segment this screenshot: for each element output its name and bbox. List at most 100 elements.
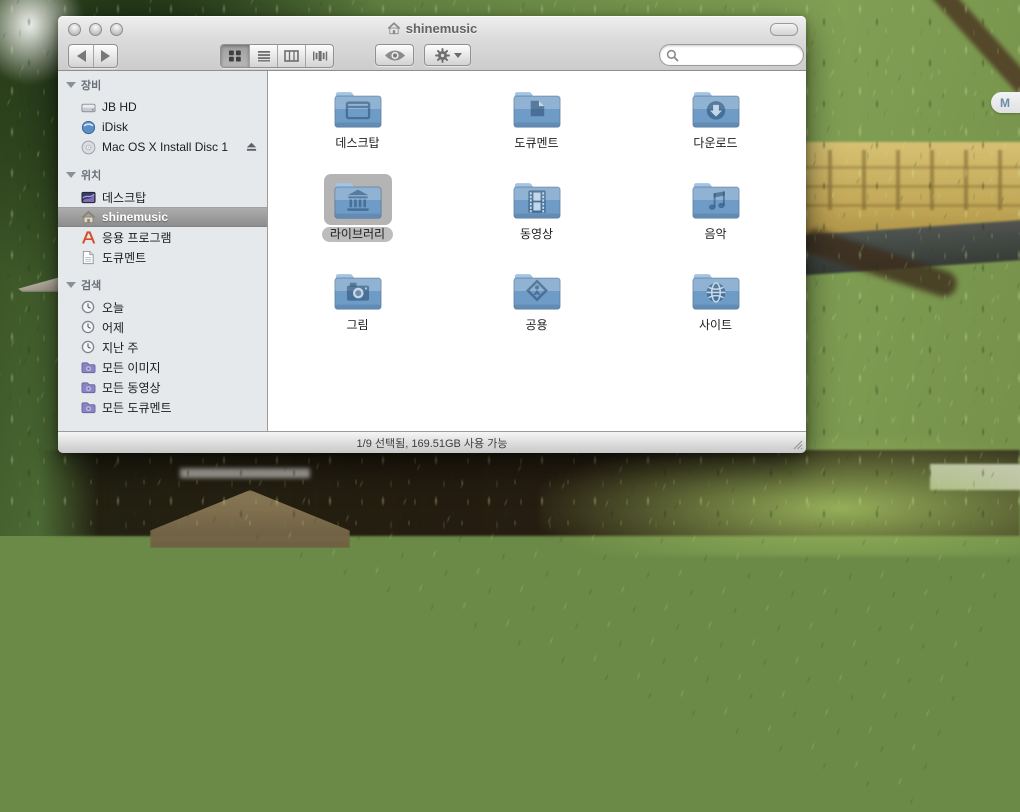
- section-header-label: 위치: [81, 167, 101, 183]
- folder-library[interactable]: 라이브러리: [268, 174, 447, 265]
- sidebar-section-header-search[interactable]: 검색: [58, 276, 267, 294]
- sidebar-item-all-movies[interactable]: 모든 동영상: [58, 377, 267, 397]
- sidebar-item-desktop[interactable]: 데스크탑: [58, 187, 267, 207]
- folder-grid: 데스크탑 도큐멘트 다운로드 라이브러리 동영상 음악 그림 공용 사이트: [268, 83, 806, 356]
- sidebar-item-last-week[interactable]: 지난 주: [58, 337, 267, 357]
- folder-label: 도큐멘트: [506, 136, 566, 151]
- clock-icon: [80, 339, 96, 355]
- background-white-wall-2: [180, 468, 310, 478]
- search-icon: [666, 49, 679, 62]
- background-temple-windows: [798, 150, 1020, 210]
- folder-sites[interactable]: 사이트: [626, 265, 805, 356]
- sidebar-item-install-disc[interactable]: Mac OS X Install Disc 1: [58, 137, 267, 157]
- folder-desktop[interactable]: 데스크탑: [268, 83, 447, 174]
- folder-icon-desktop[interactable]: [324, 83, 392, 134]
- sidebar-item-label: 응용 프로그램: [102, 229, 172, 246]
- sidebar-item-label: iDisk: [102, 120, 128, 134]
- folder-downloads[interactable]: 다운로드: [626, 83, 805, 174]
- forward-button[interactable]: [93, 45, 117, 67]
- sidebar-item-label: Mac OS X Install Disc 1: [102, 140, 228, 154]
- action-button[interactable]: [424, 44, 471, 66]
- sidebar-item-label: JB HD: [102, 100, 137, 114]
- smart-folder-icon: [80, 359, 96, 375]
- folder-icon-pictures[interactable]: [324, 265, 392, 316]
- folder-music[interactable]: 음악: [626, 174, 805, 265]
- icon-view-button[interactable]: [221, 45, 249, 67]
- desktop-partial-label[interactable]: M: [991, 92, 1020, 113]
- toolbar-toggle-button[interactable]: [770, 23, 798, 36]
- clock-icon: [80, 319, 96, 335]
- dropdown-arrow-icon: [454, 53, 462, 58]
- folder-icon-sites[interactable]: [682, 265, 750, 316]
- sidebar-item-label: 어제: [102, 319, 124, 336]
- folder-icon-library[interactable]: [324, 174, 392, 225]
- search-input[interactable]: [682, 47, 791, 63]
- sidebar-item-label: 도큐멘트: [102, 249, 146, 266]
- sidebar-section-header-devices[interactable]: 장비: [58, 76, 267, 94]
- sidebar-item-yesterday[interactable]: 어제: [58, 317, 267, 337]
- sidebar-item-shinemusic[interactable]: shinemusic: [58, 207, 267, 227]
- disclosure-triangle-icon[interactable]: [66, 282, 76, 288]
- folder-icon-movies[interactable]: [503, 174, 571, 225]
- folder-label: 다운로드: [685, 136, 745, 151]
- sidebar-item-all-images[interactable]: 모든 이미지: [58, 357, 267, 377]
- folder-icon-music[interactable]: [682, 174, 750, 225]
- background-thatched-roof: [150, 490, 350, 548]
- column-view-button[interactable]: [277, 45, 305, 67]
- background-bright-pine: [540, 436, 1020, 556]
- smart-folder-icon: [80, 379, 96, 395]
- folder-icon-public[interactable]: [503, 265, 571, 316]
- sidebar: 장비 JB HD iDisk Mac OS X Install Disc 1위치데스크…: [58, 71, 268, 431]
- folder-pictures[interactable]: 그림: [268, 265, 447, 356]
- coverflow-view-button[interactable]: [305, 45, 333, 67]
- sidebar-item-label: 모든 이미지: [102, 359, 161, 376]
- folder-documents[interactable]: 도큐멘트: [447, 83, 626, 174]
- eject-icon[interactable]: [245, 140, 259, 154]
- sidebar-item-all-documents[interactable]: 모든 도큐멘트: [58, 397, 267, 417]
- status-text: 1/9 선택됨, 169.51GB 사용 가능: [357, 435, 508, 451]
- folder-label: 공용: [517, 318, 555, 333]
- sidebar-item-applications[interactable]: 응용 프로그램: [58, 227, 267, 247]
- navigation-buttons: [68, 44, 118, 68]
- back-button[interactable]: [69, 45, 93, 67]
- list-view-icon: [257, 50, 271, 62]
- folder-label: 동영상: [512, 227, 561, 242]
- idisk-icon: [80, 119, 96, 135]
- folder-icon-download[interactable]: [682, 83, 750, 134]
- resize-grip[interactable]: [791, 438, 803, 450]
- finder-window: shinemusic: [58, 16, 806, 453]
- folder-label: 데스크탑: [327, 136, 387, 151]
- quicklook-button[interactable]: [375, 44, 414, 66]
- folder-label: 사이트: [691, 318, 740, 333]
- sidebar-item-label: 모든 동영상: [102, 379, 161, 396]
- sidebar-item-today[interactable]: 오늘: [58, 297, 267, 317]
- folder-label: 라이브러리: [322, 227, 393, 242]
- sidebar-item-jb-hd[interactable]: JB HD: [58, 97, 267, 117]
- eye-icon: [384, 49, 406, 62]
- background-temple-roof: [790, 220, 1020, 277]
- section-header-label: 검색: [81, 277, 101, 293]
- sidebar-item-idisk[interactable]: iDisk: [58, 117, 267, 137]
- disclosure-triangle-icon[interactable]: [66, 172, 76, 178]
- sidebar-section-header-places[interactable]: 위치: [58, 166, 267, 184]
- sidebar-item-label: 데스크탑: [102, 189, 146, 206]
- smart-folder-icon: [80, 399, 96, 415]
- search-field[interactable]: [659, 44, 804, 66]
- folder-label: 음악: [696, 227, 734, 242]
- list-view-button[interactable]: [249, 45, 277, 67]
- home-icon: [387, 22, 401, 35]
- applications-icon: [80, 229, 96, 245]
- status-bar: 1/9 선택됨, 169.51GB 사용 가능: [58, 431, 806, 453]
- coverflow-view-icon: [312, 50, 328, 62]
- window-chrome: shinemusic: [58, 16, 806, 71]
- background-dark-building: [40, 450, 1020, 536]
- sidebar-item-documents[interactable]: 도큐멘트: [58, 247, 267, 267]
- title-bar[interactable]: shinemusic: [58, 20, 806, 36]
- partial-label-text: M: [1000, 96, 1010, 110]
- icon-view-icon: [228, 50, 242, 62]
- folder-icon-document[interactable]: [503, 83, 571, 134]
- folder-public[interactable]: 공용: [447, 265, 626, 356]
- disclosure-triangle-icon[interactable]: [66, 82, 76, 88]
- background-white-wall: [930, 464, 1020, 490]
- folder-movies[interactable]: 동영상: [447, 174, 626, 265]
